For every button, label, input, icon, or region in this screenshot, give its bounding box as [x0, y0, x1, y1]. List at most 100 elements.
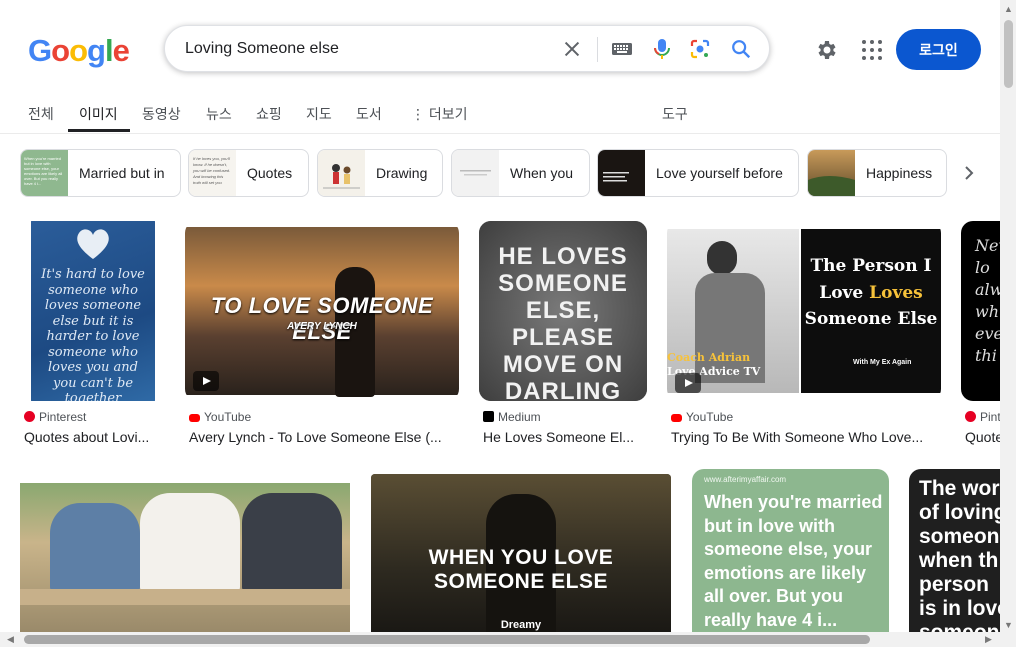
login-button[interactable]: 로그인	[896, 29, 981, 70]
result-source[interactable]: YouTube	[189, 410, 251, 424]
result-image[interactable]: HE LOVES SOMEONE ELSE, PLEASE MOVE ON DA…	[479, 221, 647, 401]
google-lens-icon[interactable]	[689, 38, 711, 60]
chip-label: Quotes	[247, 165, 293, 181]
person-shape	[50, 503, 140, 593]
search-icon[interactable]	[730, 38, 752, 60]
result-image[interactable]: Coach Adrian Love Advice TV The Person I…	[667, 221, 941, 401]
active-tab-indicator	[68, 129, 130, 132]
chip-when-you[interactable]: When you	[451, 149, 590, 197]
chip-thumbnail: If he loves you, you'll know. If he does…	[189, 150, 236, 196]
tab-maps[interactable]: 지도	[306, 104, 332, 124]
tab-news[interactable]: 뉴스	[206, 104, 232, 124]
source-name: YouTube	[204, 410, 252, 424]
image-title-text: WHEN YOU LOVE SOMEONE ELSE	[428, 546, 614, 593]
result-image[interactable]	[20, 469, 350, 632]
vertical-scroll-thumb[interactable]	[1004, 20, 1013, 88]
image-frame: The Person I Love Loves Someone Else Wit…	[801, 229, 941, 393]
search-box[interactable]: Loving Someone else	[164, 25, 770, 72]
horizontal-scroll-thumb[interactable]	[24, 635, 870, 644]
source-name: Medium	[498, 410, 541, 424]
chip-thumbnail: When you're married but in love with som…	[21, 150, 68, 196]
result-image[interactable]: TO LOVE SOMEONE ELSE AVERY LYNCH	[185, 221, 459, 401]
chip-label: Happiness	[866, 165, 933, 181]
result-source[interactable]: YouTube	[671, 410, 733, 424]
youtube-icon	[671, 414, 682, 422]
tab-books[interactable]: 도서	[356, 104, 382, 124]
image-title-text: HE LOVES SOMEONE ELSE, PLEASE MOVE ON DA…	[498, 243, 628, 401]
result-caption[interactable]: Quote	[965, 429, 1000, 445]
result-source[interactable]: Medium	[483, 410, 541, 424]
chip-quotes[interactable]: If he loves you, you'll know. If he does…	[188, 149, 309, 197]
tab-more-label: 더보기	[428, 106, 468, 122]
google-logo[interactable]: Google	[28, 33, 130, 69]
image-subtitle-text: Dreamy	[500, 619, 542, 631]
image-frame: Coach Adrian Love Advice TV	[667, 229, 799, 393]
more-vert-icon: ⋮	[411, 106, 429, 122]
image-frame: It's hard to love someone who loves some…	[31, 221, 155, 401]
chip-love-yourself-before[interactable]: Love yourself before	[597, 149, 799, 197]
scroll-up-icon[interactable]: ▲	[1004, 4, 1013, 14]
source-name: Pint	[980, 410, 1000, 424]
chip-label: Love yourself before	[656, 165, 783, 181]
result-image[interactable]: WHEN YOU LOVE SOMEONE ELSE Dreamy	[371, 474, 671, 632]
chevron-right-icon[interactable]	[958, 162, 980, 184]
logo-letter: o	[51, 33, 70, 68]
tab-shopping[interactable]: 쇼핑	[256, 104, 282, 124]
image-quote-text: It's hard to love someone who loves some…	[41, 267, 145, 401]
result-image[interactable]: It's hard to love someone who loves some…	[20, 221, 166, 401]
result-source[interactable]: Pinterest	[24, 410, 86, 424]
gear-icon[interactable]	[814, 38, 838, 62]
image-quote-text: Nev lo alw wh eve thi	[975, 236, 1000, 365]
result-caption[interactable]: Avery Lynch - To Love Someone Else (...	[189, 429, 459, 445]
image-title-text: TO LOVE SOMEONE ELSE	[210, 293, 434, 344]
image-frame	[20, 483, 350, 632]
logo-letter: G	[28, 33, 52, 68]
result-caption[interactable]: Quotes about Lovi...	[24, 429, 164, 445]
image-quote-text: When you're married but in love with som…	[704, 492, 883, 630]
logo-letter: o	[69, 33, 88, 68]
image-frame: TO LOVE SOMEONE ELSE AVERY LYNCH	[185, 227, 459, 397]
logo-letter: g	[87, 33, 106, 68]
chip-thumbnail	[318, 150, 365, 196]
tab-more[interactable]: ⋮ 더보기	[411, 104, 468, 124]
image-title-text: Someone Else	[804, 309, 938, 329]
chip-thumbnail	[808, 150, 855, 196]
chip-happiness[interactable]: Happiness	[807, 149, 947, 197]
vertical-scrollbar[interactable]	[1000, 0, 1016, 647]
play-icon	[675, 373, 701, 393]
keyboard-icon[interactable]	[611, 41, 633, 57]
chip-married-but-in[interactable]: When you're married but in love with som…	[20, 149, 181, 197]
scroll-left-icon[interactable]: ◀	[7, 634, 14, 645]
tab-tools[interactable]: 도구	[662, 104, 688, 124]
result-image[interactable]: Nev lo alw wh eve thi	[961, 221, 1000, 401]
clear-icon[interactable]	[561, 38, 583, 60]
scroll-right-icon[interactable]: ▶	[985, 634, 992, 645]
youtube-icon	[189, 414, 200, 422]
image-word: Loves	[869, 283, 923, 303]
source-name: YouTube	[686, 410, 734, 424]
chip-label: Drawing	[376, 165, 428, 181]
pinterest-icon	[24, 411, 35, 422]
search-input[interactable]: Loving Someone else	[185, 40, 339, 58]
image-badge: With My Ex Again	[853, 359, 912, 366]
chip-label: Married but in	[79, 165, 165, 181]
tab-videos[interactable]: 동영상	[142, 104, 181, 124]
chip-drawing[interactable]: Drawing	[317, 149, 443, 197]
result-caption[interactable]: Trying To Be With Someone Who Love...	[671, 429, 937, 445]
result-source[interactable]: Pint	[965, 410, 1000, 424]
image-name-text: Coach Adrian	[667, 351, 751, 364]
search-divider	[597, 37, 598, 62]
microphone-icon[interactable]	[652, 37, 672, 61]
chip-thumbnail	[452, 150, 499, 196]
result-image[interactable]: The wor of loving someon when th person …	[909, 469, 1000, 632]
tab-all[interactable]: 전체	[28, 104, 54, 124]
scroll-down-icon[interactable]: ▼	[1004, 620, 1013, 630]
image-title-text: The Person I	[810, 256, 932, 276]
image-site-text: www.afterimyaffair.com	[704, 475, 787, 484]
result-image[interactable]: www.afterimyaffair.com When you're marri…	[692, 469, 889, 632]
person-head	[707, 241, 737, 275]
tab-images[interactable]: 이미지	[79, 104, 118, 124]
image-quote-text: The wor of loving someon when th person …	[919, 477, 1000, 632]
result-caption[interactable]: He Loves Someone El...	[483, 429, 643, 445]
apps-grid-icon[interactable]	[861, 39, 883, 61]
